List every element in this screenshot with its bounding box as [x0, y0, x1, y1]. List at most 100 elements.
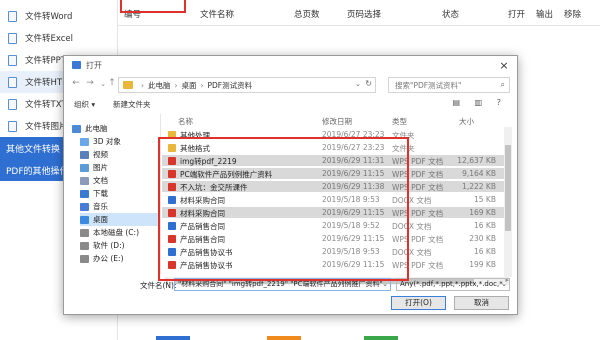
folder-icon: [72, 124, 81, 133]
up-arrow-icon[interactable]: ↑: [106, 78, 118, 88]
file-type: WPS PDF 文档: [392, 235, 444, 244]
file-icon: [168, 170, 176, 178]
folder-icon: [123, 81, 133, 89]
table-header-cell: 状态: [442, 10, 460, 20]
scrollbar-thumb[interactable]: [505, 145, 511, 231]
file-name: img转pdf_2219: [180, 157, 237, 166]
file-date: 2019/6/29 11:15: [322, 234, 385, 243]
file-row[interactable]: img转pdf_2219 2019/6/29 11:31 WPS PDF 文档 12,…: [162, 155, 510, 166]
tree-item[interactable]: 桌面: [80, 213, 160, 226]
open-button[interactable]: 打开(O): [391, 296, 446, 310]
sidebar-item-label: 文件转Word: [25, 12, 73, 22]
tree-item-label: 此电脑: [85, 124, 108, 133]
tree-item[interactable]: 文档: [80, 174, 160, 187]
document-icon: [8, 54, 17, 66]
filename-field[interactable]: "材料采购合同" "img转pdf_2219" "PC端软件产品列例推广资料" …: [174, 278, 391, 291]
tree-item-label: 软件 (D:): [93, 241, 125, 250]
tree-item-label: 视频: [93, 150, 108, 159]
file-row[interactable]: 产品销售协议书 2019/6/29 11:15 WPS PDF 文档 199 KB: [162, 259, 510, 270]
column-size[interactable]: 大小: [459, 116, 474, 127]
file-size: 12,637 KB: [457, 156, 496, 165]
file-date: 2019/6/29 11:31: [322, 156, 385, 165]
file-row[interactable]: 产品销售协议书 2019/5/18 9:53 DOCX 文档 16 KB: [162, 246, 510, 257]
search-input[interactable]: 搜索"PDF测试资料" ⌕: [388, 77, 510, 93]
dialog-title: 打开: [86, 60, 102, 70]
file-row[interactable]: 材料采购合同 2019/6/29 11:15 WPS PDF 文档 169 KB: [162, 207, 510, 218]
column-type[interactable]: 类型: [392, 116, 407, 127]
file-icon: [168, 235, 176, 243]
file-type: WPS PDF 文档: [392, 183, 444, 192]
file-list: 名称 修改日期 类型 大小 其他处理 2019/6/27 23:23 文件夹 其他格式…: [162, 114, 512, 279]
file-icon: [168, 261, 176, 269]
file-row[interactable]: PC端软件产品列例推广资料 2019/6/29 11:15 WPS PDF 文档 9,…: [162, 168, 510, 179]
organize-button[interactable]: 组织 ▾: [74, 99, 95, 110]
column-name[interactable]: 名称: [178, 116, 193, 127]
file-row[interactable]: 其他处理 2019/6/27 23:23 文件夹: [162, 129, 510, 140]
back-arrow-icon[interactable]: ←: [70, 78, 82, 88]
file-date: 2019/6/29 11:15: [322, 169, 385, 178]
refresh-icon[interactable]: ↻: [365, 79, 372, 88]
tree-item[interactable]: 图片: [80, 161, 160, 174]
new-folder-button[interactable]: 新建文件夹: [113, 99, 151, 110]
cancel-button[interactable]: 取消: [454, 296, 509, 310]
folder-icon: [168, 131, 176, 139]
file-name: PC端软件产品列例推广资料: [180, 170, 273, 179]
sidebar-item[interactable]: 文件转Word: [0, 5, 118, 27]
tree-item[interactable]: 软件 (D:): [80, 239, 160, 252]
file-row[interactable]: 产品销售合同 2019/6/29 11:15 WPS PDF 文档 230 KB: [162, 233, 510, 244]
breadcrumb-this-pc[interactable]: 此电脑: [148, 80, 171, 91]
sidebar-item[interactable]: 文件转Excel: [0, 27, 118, 49]
search-icon: ⌕: [500, 80, 505, 89]
chevron-down-icon[interactable]: ⌄: [501, 279, 507, 290]
table-header-cell: 输出: [536, 10, 554, 20]
tree-item[interactable]: 音乐: [80, 200, 160, 213]
forward-arrow-icon[interactable]: →: [84, 78, 96, 88]
tree-item[interactable]: 下载: [80, 187, 160, 200]
file-name: 产品销售协议书: [180, 248, 233, 257]
chevron-down-icon[interactable]: ⌄: [355, 80, 361, 88]
file-icon: [168, 183, 176, 191]
file-size: 169 KB: [469, 208, 496, 217]
folder-icon: [80, 150, 89, 159]
filename-value: "材料采购合同" "img转pdf_2219" "PC端软件产品列例推广资料": [178, 280, 383, 288]
navigation-row: ← → ⌄ ↑ › 此电脑 › 桌面 › PDF测试资料 ⌄ ↻ 搜索"PDF测…: [64, 76, 517, 94]
file-row[interactable]: 不入坑：金交所课件 2019/6/29 11:38 WPS PDF 文档 1,222 …: [162, 181, 510, 192]
file-date: 2019/6/29 11:15: [322, 260, 385, 269]
tree-item[interactable]: 视频: [80, 148, 160, 161]
file-icon: [168, 222, 176, 230]
file-row[interactable]: 其他格式 2019/6/27 23:23 文件夹: [162, 142, 510, 153]
file-date: 2019/6/29 11:38: [322, 182, 385, 191]
tree-item-label: 文档: [93, 176, 108, 185]
tree-item[interactable]: 此电脑: [72, 122, 160, 135]
file-icon: [168, 209, 176, 217]
file-name: 产品销售协议书: [180, 261, 233, 270]
folder-icon: [80, 241, 89, 250]
highlight-box-top: [120, 0, 186, 13]
breadcrumb-desktop[interactable]: 桌面: [182, 80, 197, 91]
file-row[interactable]: 材料采购合同 2019/5/18 9:53 DOCX 文档 15 KB: [162, 194, 510, 205]
chevron-down-icon[interactable]: ⌄: [382, 279, 388, 290]
address-bar[interactable]: › 此电脑 › 桌面 › PDF测试资料 ⌄ ↻: [118, 77, 376, 93]
file-type: WPS PDF 文档: [392, 209, 444, 218]
file-type-value: Any(*.pdf,*.ppt,*.pptx,*.doc,*: [400, 280, 503, 288]
tree-item[interactable]: 3D 对象: [80, 135, 160, 148]
tree-item[interactable]: 本地磁盘 (C:): [80, 226, 160, 239]
file-type: DOCX 文档: [392, 196, 432, 205]
document-icon: [8, 10, 17, 22]
file-size: 16 KB: [474, 247, 496, 256]
tree-item-label: 3D 对象: [93, 137, 121, 146]
tree-item[interactable]: 办公 (E:): [80, 252, 160, 265]
file-type-select[interactable]: Any(*.pdf,*.ppt,*.pptx,*.doc,* ⌄: [396, 278, 510, 291]
folder-icon: [168, 144, 176, 152]
file-row[interactable]: 产品销售合同 2019/5/18 9:52 DOCX 文档 16 KB: [162, 220, 510, 231]
close-icon[interactable]: ×: [497, 59, 511, 72]
file-type: WPS PDF 文档: [392, 157, 444, 166]
vertical-scrollbar[interactable]: [504, 127, 512, 277]
breadcrumb-pdf-folder[interactable]: PDF测试资料: [208, 80, 253, 91]
file-type: WPS PDF 文档: [392, 170, 444, 179]
column-date[interactable]: 修改日期: [322, 116, 352, 127]
sidebar-item-label: 文件转Excel: [25, 34, 74, 44]
folder-icon: [80, 189, 89, 198]
view-options-icons[interactable]: ▤ ▥ ?: [453, 98, 507, 107]
tree-item-label: 本地磁盘 (C:): [93, 228, 139, 237]
